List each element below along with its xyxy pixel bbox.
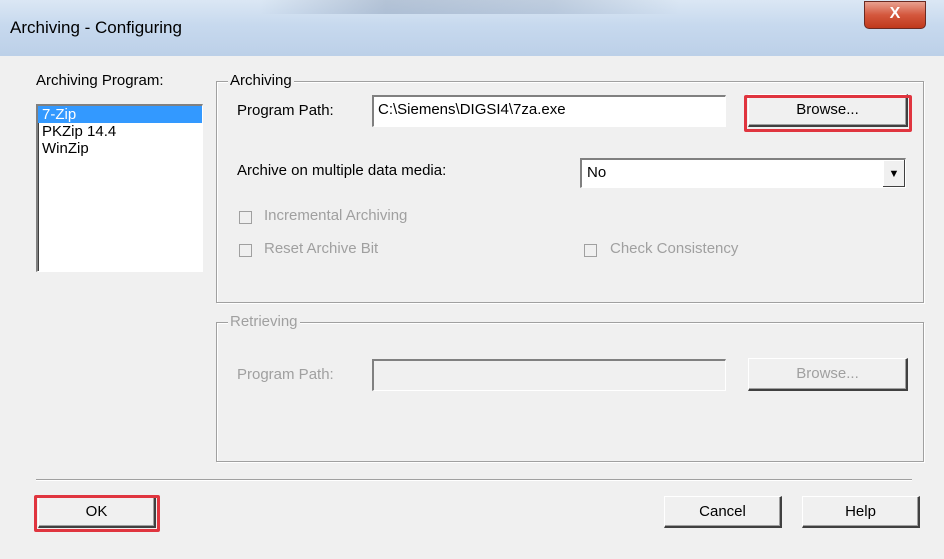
archiving-group-legend: Archiving	[228, 72, 294, 89]
check-consistency-label: Check Consistency	[610, 240, 739, 257]
window-title: Archiving - Configuring	[10, 18, 182, 37]
retrieving-group-legend: Retrieving	[228, 313, 300, 330]
reset-archive-bit-label: Reset Archive Bit	[264, 240, 379, 257]
incremental-archiving-checkbox	[239, 211, 252, 224]
ok-highlight	[34, 495, 160, 532]
list-item[interactable]: 7-Zip	[38, 106, 202, 123]
close-button[interactable]: X	[864, 1, 926, 29]
program-path-label: Program Path:	[237, 102, 334, 119]
reset-archive-bit-checkbox	[239, 244, 252, 257]
check-consistency-checkbox	[584, 244, 597, 257]
close-icon: X	[889, 5, 901, 22]
multi-media-select[interactable]: No ▼	[580, 158, 906, 188]
dialog-window: Archiving - Configuring X Archiving Prog…	[0, 0, 944, 559]
list-item[interactable]: WinZip	[38, 140, 202, 157]
chevron-down-icon[interactable]: ▼	[882, 160, 905, 187]
archiving-program-label: Archiving Program:	[36, 72, 164, 89]
title-bar[interactable]: Archiving - Configuring X	[0, 0, 944, 56]
footer-divider	[36, 479, 912, 481]
cancel-button[interactable]: Cancel	[664, 496, 782, 528]
list-item[interactable]: PKZip 14.4	[38, 123, 202, 140]
retrieve-path-input	[372, 359, 726, 391]
incremental-archiving-label: Incremental Archiving	[264, 207, 408, 224]
retrieve-path-label: Program Path:	[237, 366, 334, 383]
help-button[interactable]: Help	[802, 496, 920, 528]
browse-highlight	[744, 95, 912, 132]
multi-media-label: Archive on multiple data media:	[237, 162, 447, 179]
multi-media-value: No	[587, 164, 607, 181]
archiving-program-list[interactable]: 7-Zip PKZip 14.4 WinZip	[36, 104, 203, 272]
retrieving-group	[216, 322, 924, 462]
retrieve-browse-button: Browse...	[748, 358, 908, 391]
program-path-input[interactable]: C:\Siemens\DIGSI4\7za.exe	[372, 95, 726, 127]
